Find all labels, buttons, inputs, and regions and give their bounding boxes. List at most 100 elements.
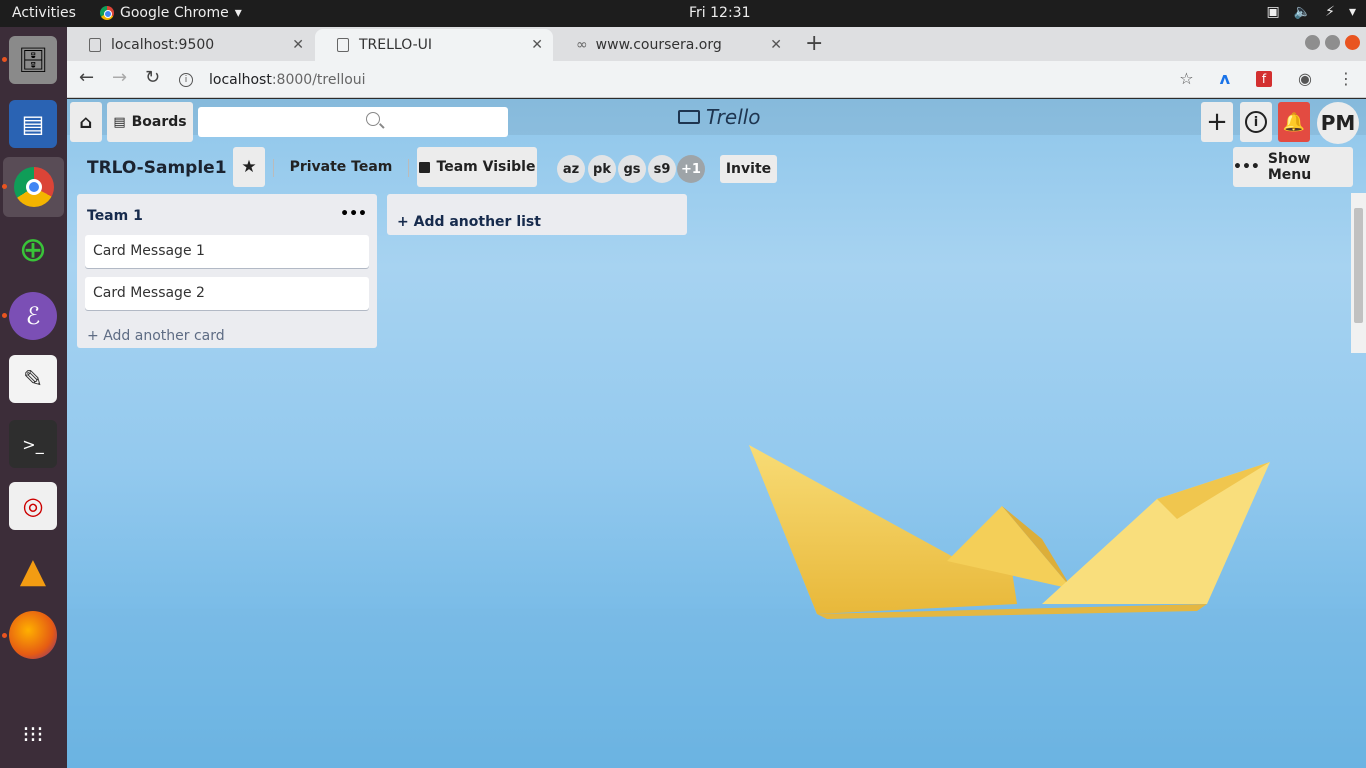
chevron-down-icon: ▾ [234,5,242,21]
star-button[interactable]: ★ [233,147,265,187]
tab-trello-ui[interactable]: TRELLO-UI ✕ [315,29,553,61]
boards-label: Boards [131,114,187,130]
visibility-button[interactable]: Team Visible [417,147,537,187]
member-avatar[interactable]: az [557,155,585,183]
more-horizontal-icon: ••• [1233,159,1260,175]
terminal-icon[interactable]: >_ [9,420,57,468]
card[interactable]: Card Message 1 [85,235,369,268]
scrollbar-thumb[interactable] [1354,208,1363,323]
reload-button[interactable]: ↻ [145,67,160,88]
chrome-icon [100,6,114,20]
reader-icon[interactable]: ◎ [9,482,57,530]
info-icon[interactable]: i [179,73,193,87]
app-name: Google Chrome [120,5,229,21]
running-indicator [2,633,7,638]
add-list-button[interactable]: + Add another list [387,194,687,235]
activities-button[interactable]: Activities [12,5,76,21]
add-card-button[interactable]: + Add another card [87,328,225,344]
scrollbar[interactable] [1351,193,1366,353]
extension-a-icon[interactable]: ʌ [1220,69,1230,88]
add-list: + Add another list [397,214,541,230]
window-controls [1305,35,1360,50]
card[interactable]: Card Message 2 [85,277,369,310]
dock: 🗄 ▤ ⊕ ℰ ✎ >_ ◎ ▲ ⁝⁝⁝ [0,27,67,768]
avatar[interactable]: PM [1317,102,1359,144]
text-editor-icon[interactable]: ✎ [9,355,57,403]
flash-icon[interactable]: f [1256,70,1273,87]
visibility-label: Team Visible [436,159,536,175]
close-icon[interactable]: ✕ [531,37,543,53]
page: ⌂ ▤ Boards Trello + i 🔔 PM TRLO-Sample1 … [67,99,1366,768]
writer-icon[interactable]: ▤ [9,100,57,148]
home-button[interactable]: ⌂ [70,102,102,142]
trello-logo[interactable]: Trello [678,105,761,129]
system-top-bar: Activities Google Chrome ▾ Fri 12:31 ▣ 🔈… [0,0,1366,27]
more-vert-icon[interactable]: ⋮ [1338,69,1354,88]
search-icon [366,112,380,126]
firefox-icon[interactable] [9,611,57,659]
close-icon[interactable]: ✕ [770,37,782,53]
system-tray[interactable]: ▣ 🔈 ⚡ ▾ [1266,4,1356,20]
vlc-icon[interactable]: ▲ [9,547,57,595]
back-button[interactable]: ← [79,67,94,88]
show-menu-button[interactable]: ••• Show Menu [1233,147,1353,187]
info-icon: i [1245,111,1267,133]
plus-icon: + [87,328,99,344]
more-members-badge[interactable]: +1 [677,155,705,183]
tab-localhost-9500[interactable]: localhost:9500 ✕ [67,29,314,61]
chrome-icon[interactable] [3,157,64,217]
url-path: :8000/trelloui [271,72,366,88]
chevron-down-icon: ▾ [1348,4,1356,20]
info-button[interactable]: i [1240,102,1272,142]
trello-logo-icon [678,110,700,124]
notifications-button[interactable]: 🔔 [1278,102,1310,142]
network-icon: ▣ [1266,4,1280,20]
logo-text: Trello [706,105,761,129]
add-list-label: Add another list [413,214,541,230]
new-tab-button[interactable]: + [805,31,823,56]
boards-button[interactable]: ▤ Boards [107,102,193,142]
files-icon[interactable]: 🗄 [9,36,57,84]
board-title[interactable]: TRLO-Sample1 [87,158,227,178]
list-title[interactable]: Team 1 [87,208,143,224]
close-icon[interactable]: ✕ [292,37,304,53]
member-avatar[interactable]: s9 [648,155,676,183]
member-avatar[interactable]: pk [588,155,616,183]
forward-button[interactable]: → [112,67,127,88]
url-host: localhost [209,72,272,88]
team-label: Private Team [289,159,393,175]
badge-icon [418,161,430,173]
boards-icon: ▤ [113,114,126,130]
running-indicator [2,184,7,189]
list-menu-icon[interactable]: ••• [340,206,367,222]
create-button[interactable]: + [1201,102,1233,142]
tab-label: www.coursera.org [595,37,722,53]
bell-icon: 🔔 [1282,111,1306,133]
team-button[interactable]: Private Team [285,147,397,187]
member-avatar[interactable]: gs [618,155,646,183]
app-grid-icon[interactable]: ⁝⁝⁝ [9,711,57,759]
network-icon[interactable]: ⊕ [9,226,57,274]
minimize-button[interactable] [1305,35,1320,50]
close-window-button[interactable] [1345,35,1360,50]
emacs-icon[interactable]: ℰ [9,292,57,340]
divider [408,159,409,177]
search-input[interactable] [198,107,508,137]
link-icon: ∞ [576,37,588,53]
volume-icon: 🔈 [1293,4,1312,20]
clock[interactable]: Fri 12:31 [689,5,750,21]
tab-coursera[interactable]: ∞ www.coursera.org ✕ [554,29,792,61]
invite-button[interactable]: Invite [720,155,777,183]
bookmark-star-icon[interactable]: ☆ [1179,69,1193,88]
app-menu[interactable]: Google Chrome ▾ [100,5,242,21]
account-icon[interactable]: ◉ [1298,69,1312,88]
maximize-button[interactable] [1325,35,1340,50]
page-icon [89,38,101,52]
browser-toolbar: ← → ↻ i localhost:8000/trelloui ☆ ʌ f ◉ … [67,61,1366,98]
address-bar[interactable]: i localhost:8000/trelloui [179,65,1199,95]
plus-icon: + [397,214,409,230]
running-indicator [2,57,7,62]
running-indicator [2,313,7,318]
battery-icon: ⚡ [1325,4,1335,20]
board-header: TRLO-Sample1 ★ Private Team Team Visible… [67,147,1366,187]
